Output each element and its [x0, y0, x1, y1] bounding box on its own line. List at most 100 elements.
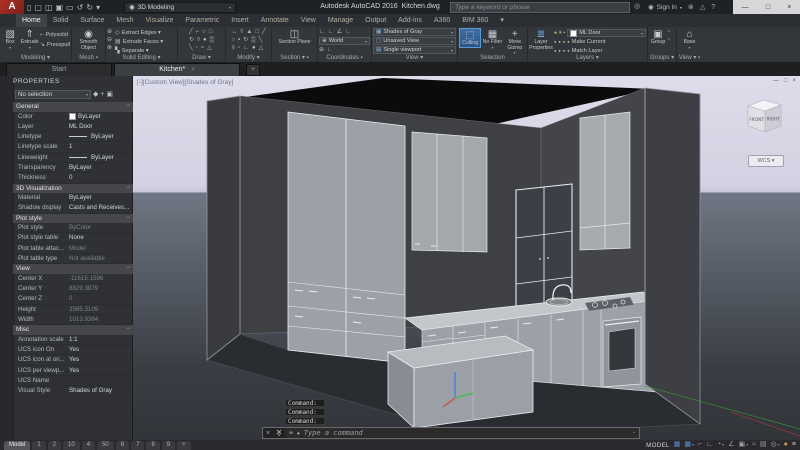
tool-icon[interactable]: ▫: [238, 45, 240, 52]
viewport-controls[interactable]: [-][Custom View][Shades of Gray]: [137, 79, 233, 86]
presspull-button[interactable]: ↘Presspull: [40, 41, 70, 49]
property-row[interactable]: Width1013.9384: [13, 315, 133, 325]
qat-icon-4[interactable]: ▭: [66, 3, 74, 12]
section-header-view[interactable]: View−: [13, 264, 133, 274]
panel-label[interactable]: Modify ▾: [226, 54, 271, 62]
layer-state-icon[interactable]: ●: [554, 30, 557, 36]
qat-icon-7[interactable]: ▾: [96, 3, 100, 12]
section-header-general[interactable]: General−: [13, 102, 133, 112]
selection-cycling-icon[interactable]: ◎▾: [771, 440, 780, 450]
layout-tab-10[interactable]: 10: [63, 441, 80, 450]
isolate-objects-icon[interactable]: ●: [784, 440, 788, 450]
palette-title-strip[interactable]: [0, 76, 14, 440]
tool-icon[interactable]: △: [259, 45, 264, 52]
property-row[interactable]: Center Y8829.3879: [13, 284, 133, 294]
tool-icon[interactable]: ∟: [243, 45, 249, 52]
ucs-icon[interactable]: ∟: [319, 29, 325, 36]
isodraft-icon[interactable]: ∠: [728, 440, 734, 450]
panel-label[interactable]: Draw ▾: [178, 54, 225, 62]
boolean-icon[interactable]: ⊕: [107, 29, 112, 36]
panel-label[interactable]: Modeling ▾: [0, 54, 71, 62]
property-row[interactable]: Annotation scale1:1: [13, 335, 133, 345]
property-row[interactable]: UCS icon OnYes: [13, 345, 133, 355]
tool-icon[interactable]: △: [207, 45, 212, 52]
layout-tab-7[interactable]: 7: [131, 441, 144, 450]
file-tab-kitchen[interactable]: Kitchen* ×: [114, 63, 240, 76]
panel-label[interactable]: Coordinates ▪: [318, 54, 371, 62]
command-line[interactable]: × ⌨ ▸ Type a command ▪: [262, 427, 640, 439]
property-row[interactable]: MaterialByLayer: [13, 193, 133, 203]
ribbon-tab-annotate[interactable]: Annotate: [255, 14, 295, 27]
tool-icon[interactable]: ◊: [197, 37, 200, 44]
panel-label[interactable]: View ▾: [372, 54, 457, 62]
drawing-viewport[interactable]: FRONT RIGHT [-][Custom View][Shades of G…: [133, 76, 800, 440]
boolean-icon[interactable]: ⊖: [107, 37, 112, 44]
qat-icon-3[interactable]: ▣: [56, 3, 64, 12]
property-row[interactable]: Center X-11615.1596: [13, 274, 133, 284]
property-row[interactable]: Shadow displayCasts and Receives...: [13, 203, 133, 213]
property-row[interactable]: UCS icon at ori...Yes: [13, 355, 133, 365]
tool-icon[interactable]: ○: [202, 29, 206, 36]
ucs-icon[interactable]: ∟: [345, 29, 351, 36]
smooth-object-button[interactable]: ◉ Smooth Object: [73, 28, 104, 51]
solid-edit-separate[interactable]: ▚Separate ▾: [115, 47, 163, 54]
view-cube[interactable]: FRONT RIGHT: [748, 100, 781, 132]
view-dropdown-1[interactable]: ▢Unsaved View▾: [373, 37, 456, 45]
section-header-plot-style[interactable]: Plot style−: [13, 214, 133, 224]
layout-tab-model[interactable]: Model: [4, 441, 30, 450]
ribbon-tab-mesh[interactable]: Mesh: [110, 14, 139, 27]
tool-icon[interactable]: ▒: [251, 37, 255, 44]
wcs-menu[interactable]: WCS ▾: [748, 155, 784, 167]
ribbon-tab-parametric[interactable]: Parametric: [179, 14, 225, 27]
polysolid-button[interactable]: ⌐Polysolid: [40, 31, 70, 39]
tool-icon[interactable]: ╱: [189, 29, 193, 36]
vp-restore-icon[interactable]: □: [784, 78, 788, 84]
layer-state-icon[interactable]: ☀: [558, 30, 562, 36]
tool-icon[interactable]: ↻: [189, 37, 194, 44]
property-row[interactable]: Thickness0: [13, 173, 133, 183]
ribbon-tab-bim360[interactable]: BIM 360: [456, 14, 494, 27]
property-row[interactable]: Visual StyleShades of Gray: [13, 386, 133, 396]
property-row[interactable]: UCS Name: [13, 376, 133, 386]
ucs-icon[interactable]: ∠: [337, 29, 342, 36]
culling-button[interactable]: ⬚ Culling: [459, 28, 481, 48]
layer-dropdown[interactable]: ML Door ▾: [567, 29, 646, 37]
tool-icon[interactable]: ●: [252, 45, 256, 52]
tool-icon[interactable]: ⌐: [196, 29, 200, 36]
vp-minimize-icon[interactable]: —: [773, 78, 779, 84]
layer-tool-match-layer[interactable]: ●●●●Match Layer: [554, 47, 646, 54]
sign-in-button[interactable]: ◉ Sign In ▾: [648, 0, 682, 14]
maximize-button[interactable]: □: [766, 4, 770, 11]
ribbon-tab-surface[interactable]: Surface: [74, 14, 110, 27]
panel-label[interactable]: Mesh ▪: [72, 54, 105, 62]
qat-icon-0[interactable]: ▯: [27, 3, 31, 12]
ribbon-collapse-icon[interactable]: ▾: [494, 14, 510, 27]
layout-tab-9[interactable]: 9: [162, 441, 175, 450]
lineweight-icon[interactable]: ≈: [752, 440, 756, 450]
object-type-dropdown[interactable]: No selection ▾: [15, 90, 91, 99]
ribbon-tab-insert[interactable]: Insert: [225, 14, 255, 27]
polar-tracking-icon[interactable]: ◔▾: [717, 440, 724, 450]
view-dropdown-2[interactable]: ▤Single viewport▾: [373, 46, 456, 54]
help-icon[interactable]: ?: [711, 4, 715, 11]
file-tab-start[interactable]: Start: [6, 63, 112, 76]
quick-properties-icon[interactable]: ▣: [106, 91, 113, 98]
property-row[interactable]: Center Z0: [13, 294, 133, 304]
tool-icon[interactable]: ▲: [246, 29, 252, 36]
snap-mode-icon[interactable]: ▦▾: [684, 440, 694, 450]
close-icon[interactable]: ×: [191, 64, 195, 76]
panel-label[interactable]: Layers ▾: [528, 54, 647, 62]
tool-icon[interactable]: ≡: [231, 45, 235, 52]
add-layout-button[interactable]: +: [177, 441, 191, 450]
tool-icon[interactable]: ╲: [258, 37, 262, 44]
layout-tab-8[interactable]: 8: [146, 441, 159, 450]
property-row[interactable]: ColorByLayer: [13, 112, 133, 122]
tool-icon[interactable]: ▪: [238, 37, 240, 44]
command-input[interactable]: ⌨ ▸ Type a command: [285, 429, 633, 437]
minimize-button[interactable]: —: [742, 4, 749, 11]
layer-state-icon[interactable]: ▪: [564, 30, 566, 36]
tool-icon[interactable]: □: [255, 29, 259, 36]
a360-icon[interactable]: ⊗: [688, 3, 694, 11]
solid-edit-extract-edges[interactable]: ◇Extract Edges ▾: [115, 29, 163, 37]
layout-tab-4[interactable]: 4: [82, 441, 95, 450]
